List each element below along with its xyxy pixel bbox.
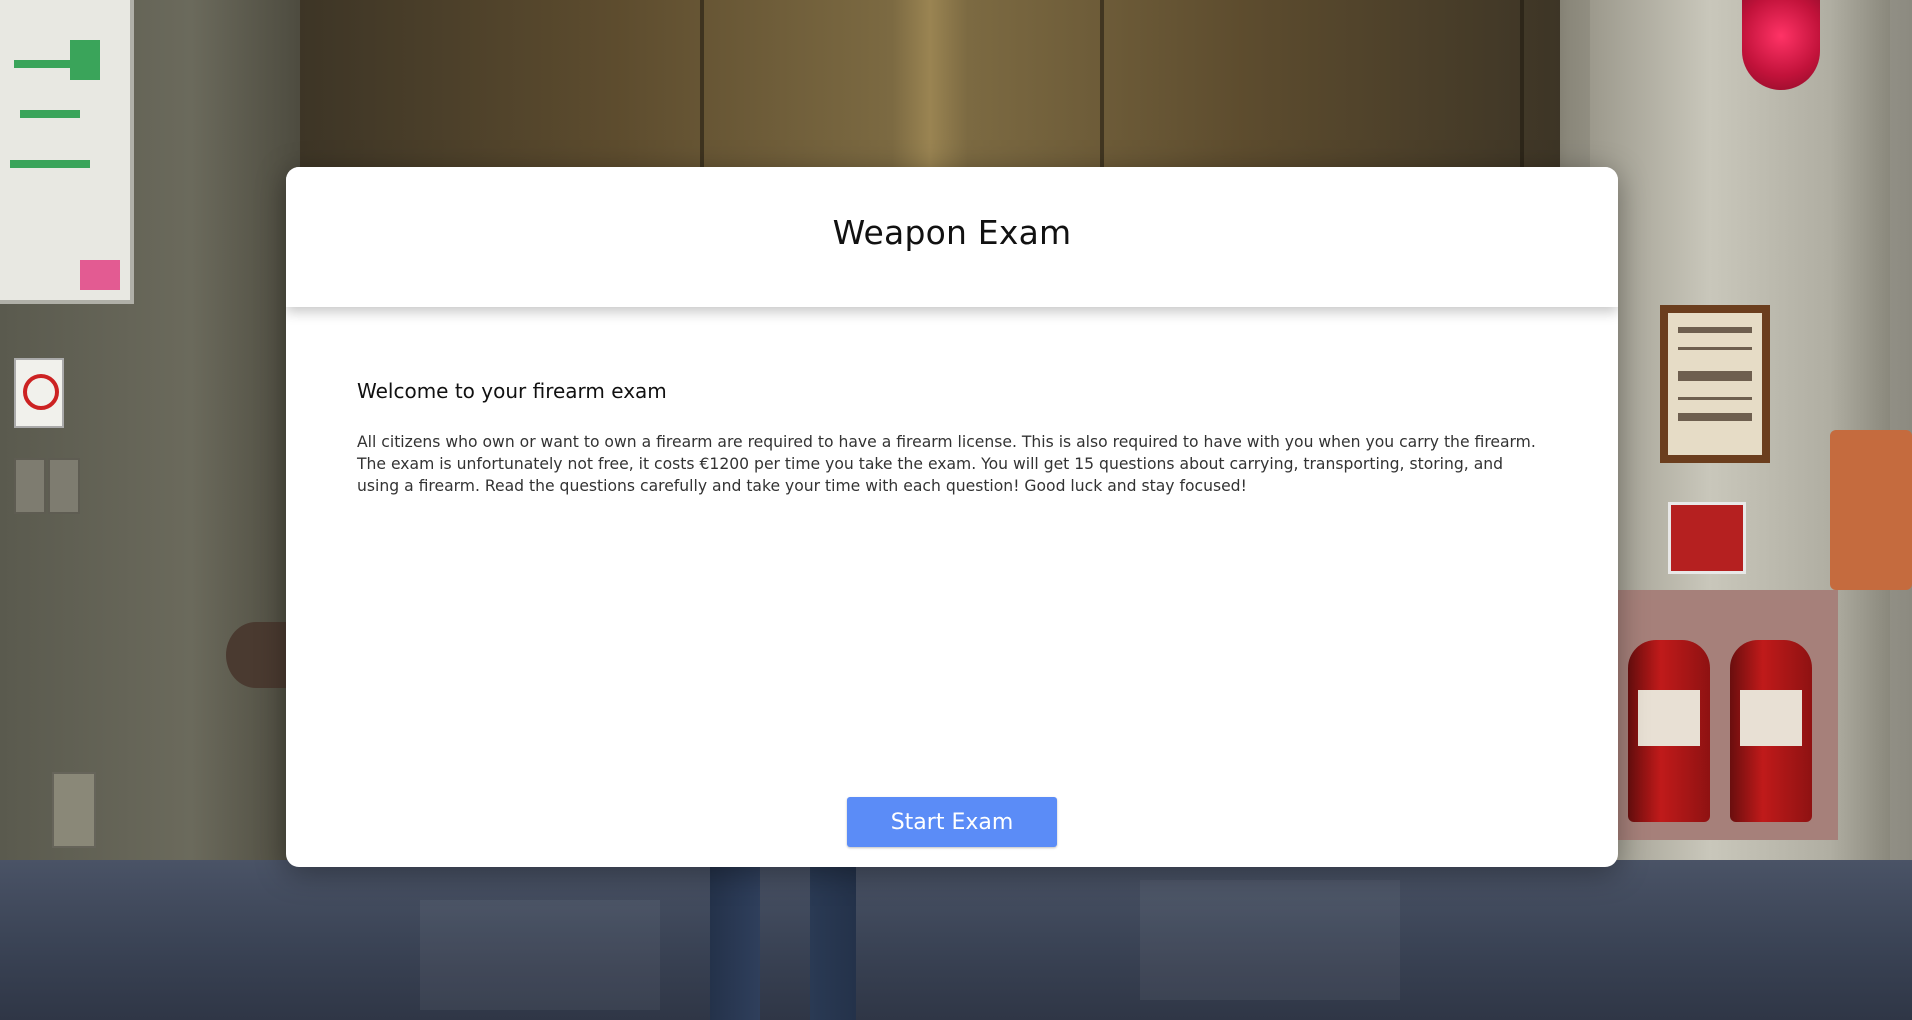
modal-title: Weapon Exam — [832, 212, 1072, 252]
background-door-seam — [1100, 0, 1104, 170]
background-floor-tile — [1140, 880, 1400, 1000]
background-proclamation-poster — [1660, 305, 1770, 463]
light-switch-icon — [48, 458, 80, 514]
welcome-heading: Welcome to your firearm exam — [357, 379, 667, 403]
background-door-seam — [1520, 0, 1524, 170]
background-floor — [0, 860, 1912, 1020]
fire-alarm-icon — [1742, 0, 1820, 90]
background-chair — [1830, 430, 1912, 590]
start-exam-button[interactable]: Start Exam — [847, 797, 1057, 847]
fire-extinguisher-icon — [1730, 640, 1812, 822]
exam-description: All citizens who own or want to own a fi… — [357, 433, 1536, 495]
background-floor-tile — [420, 900, 660, 1010]
modal-body: Welcome to your firearm exam All citizen… — [357, 379, 1547, 497]
background-map-poster — [0, 0, 134, 304]
fire-extinguisher-icon — [1628, 640, 1710, 822]
weapon-exam-modal: Weapon Exam Welcome to your firearm exam… — [286, 167, 1618, 867]
background-door-seam — [700, 0, 704, 170]
power-outlet-icon — [52, 772, 96, 848]
background-player-character — [700, 860, 900, 1020]
background-door — [300, 0, 1560, 170]
modal-header: Weapon Exam — [286, 167, 1618, 307]
no-smoking-sign-icon — [14, 358, 64, 428]
fire-extinguisher-sign-icon — [1668, 502, 1746, 574]
background-table — [226, 622, 286, 688]
light-switch-icon — [14, 458, 46, 514]
game-scene: Weapon Exam Welcome to your firearm exam… — [0, 0, 1912, 1020]
